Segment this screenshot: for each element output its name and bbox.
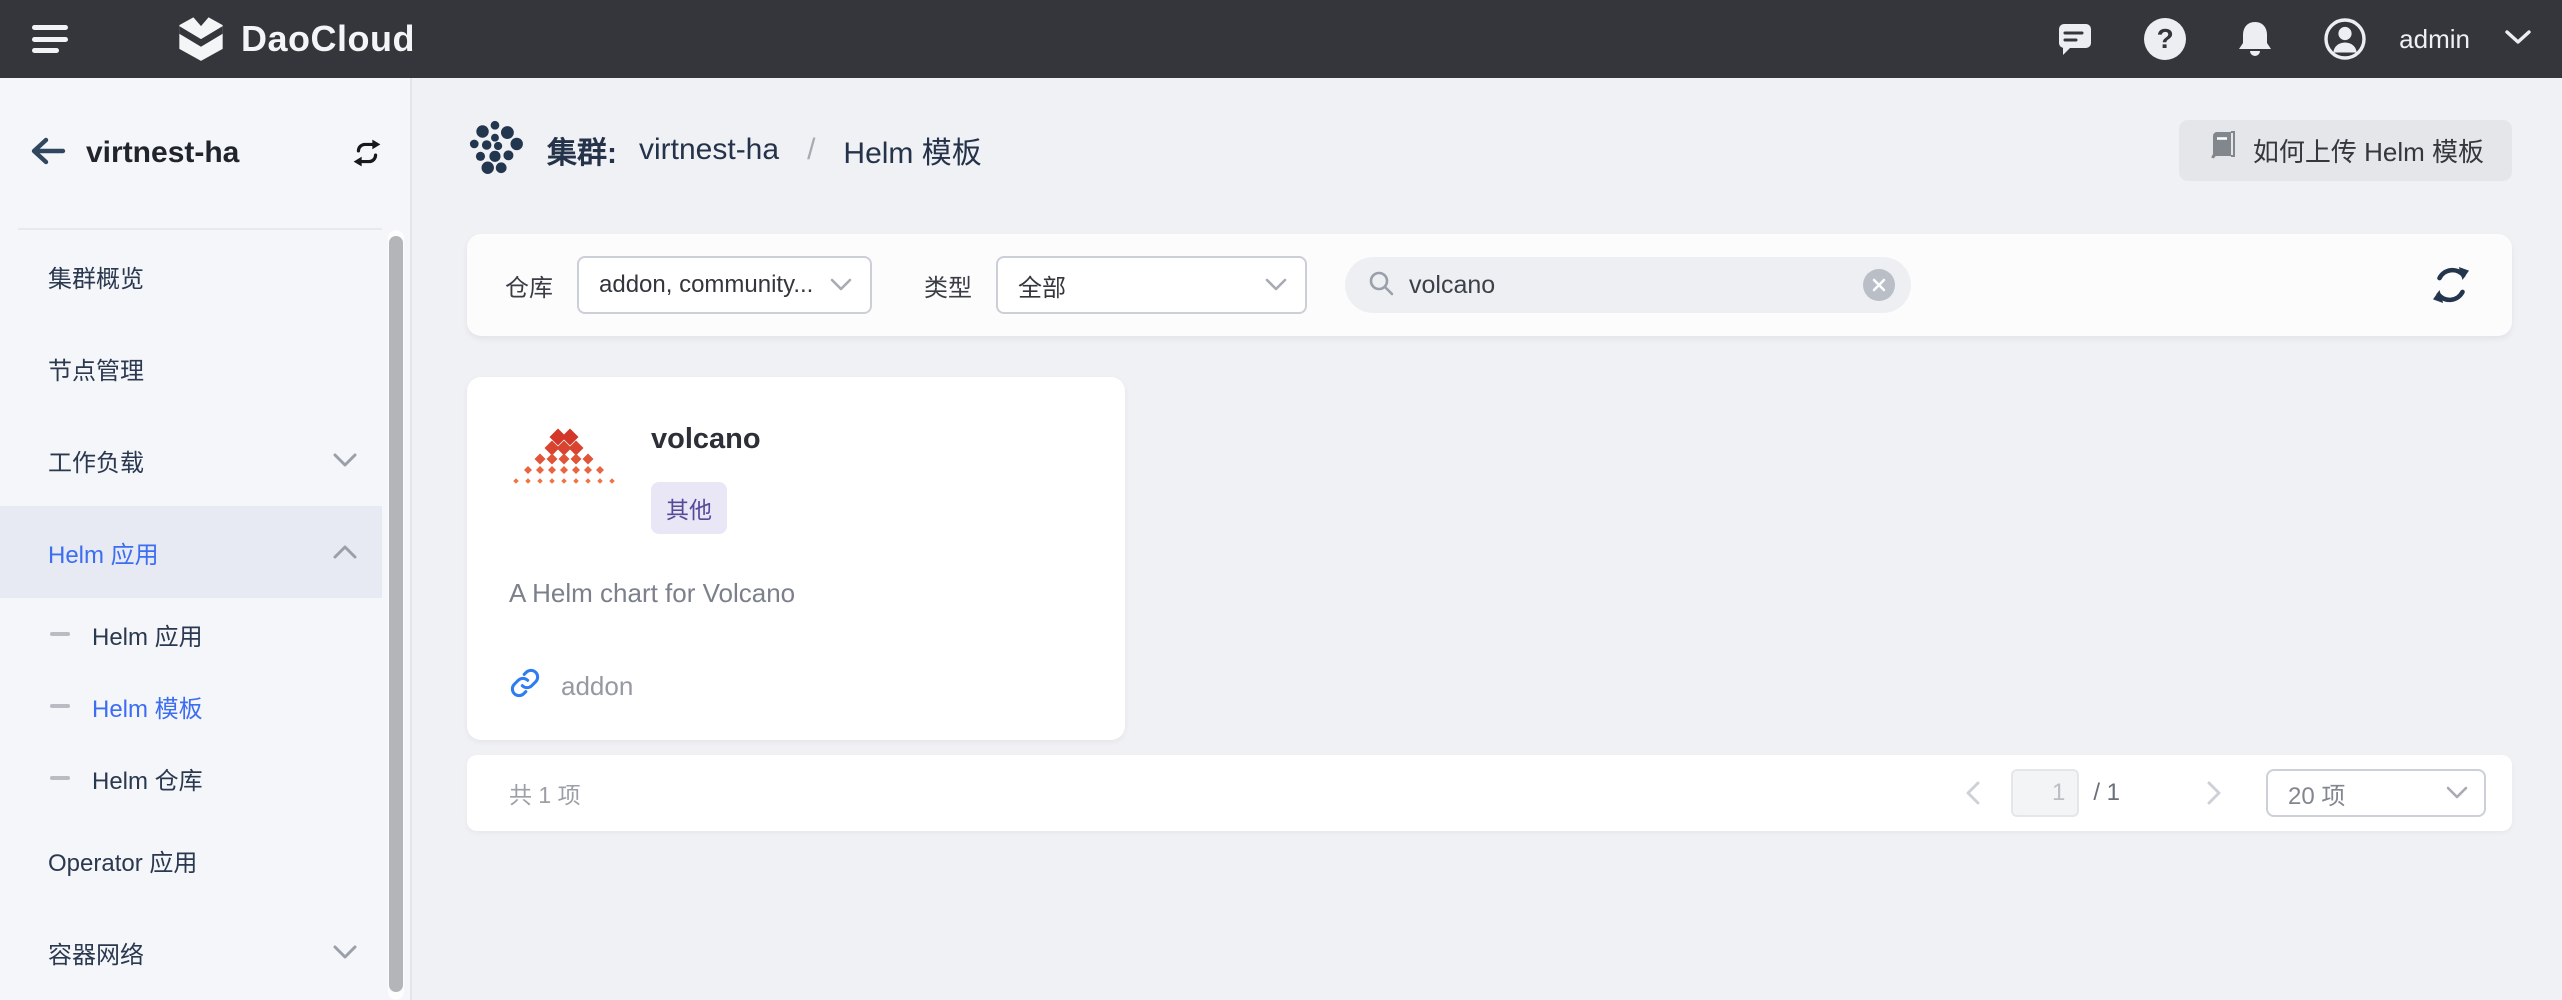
sidebar-item-workloads[interactable]: 工作负载 [0, 414, 382, 506]
user-name[interactable]: admin [2399, 24, 2470, 55]
avatar[interactable] [2323, 17, 2367, 61]
pagination-bar: 共 1 项 / 1 20 项 [467, 755, 2512, 831]
page-size-value: 20 项 [2288, 776, 2446, 811]
hamburger-menu-icon[interactable] [32, 25, 70, 53]
sidebar-item-cluster-overview[interactable]: 集群概览 [0, 230, 382, 322]
card-repo-name: addon [561, 671, 633, 702]
sidebar: virtnest-ha 集群概览 节点管理 工作负载 [0, 78, 412, 1000]
sidebar-item-node-management[interactable]: 节点管理 [0, 322, 382, 414]
sidebar-scrollbar [388, 230, 404, 1000]
bell-icon[interactable] [2233, 17, 2277, 61]
next-page-icon[interactable] [2202, 780, 2226, 806]
search-box [1345, 257, 1911, 313]
sidebar-item-label: Helm 应用 [48, 535, 159, 570]
dash-icon [50, 704, 70, 708]
message-icon[interactable] [2053, 17, 2097, 61]
help-icon[interactable]: ? [2143, 17, 2187, 61]
dash-icon [50, 632, 70, 636]
chevron-down-icon[interactable] [2504, 28, 2532, 51]
chevron-down-icon [1265, 271, 1287, 299]
breadcrumb: 集群: virtnest-ha / Helm 模板 [467, 117, 982, 183]
sidebar-item-label: Helm 应用 [92, 617, 203, 652]
breadcrumb-current: Helm 模板 [843, 128, 981, 172]
switch-cluster-icon[interactable] [350, 138, 384, 168]
clear-search-icon[interactable] [1863, 269, 1895, 301]
sidebar-item-label: Helm 模板 [92, 689, 203, 724]
chevron-down-icon [332, 944, 358, 960]
brand-name: DaoCloud [241, 18, 415, 60]
sidebar-item-operator-apps[interactable]: Operator 应用 [0, 814, 382, 906]
total-count: 共 1 项 [509, 776, 581, 810]
breadcrumb-prefix: 集群: [547, 128, 617, 172]
how-to-upload-label: 如何上传 Helm 模板 [2253, 132, 2484, 169]
search-icon [1367, 269, 1395, 302]
brand-logo[interactable]: DaoCloud [175, 11, 415, 68]
prev-page-icon[interactable] [1961, 780, 1985, 806]
top-bar: DaoCloud ? admin [0, 0, 2562, 78]
repo-filter-label: 仓库 [505, 268, 553, 303]
type-filter-label: 类型 [924, 268, 972, 303]
sidebar-item-container-network[interactable]: 容器网络 [0, 906, 382, 998]
helm-template-card[interactable]: volcano 其他 A Helm chart for Volcano addo… [467, 377, 1125, 740]
repo-select-value: addon, community... [599, 271, 830, 299]
help-glyph: ? [2157, 23, 2174, 55]
main-content: 集群: virtnest-ha / Helm 模板 如何上传 Helm 模板 [412, 78, 2562, 1000]
page-count: / 1 [2093, 779, 2120, 807]
daocloud-logo-mark-icon [175, 11, 227, 68]
sidebar-item-label: 集群概览 [48, 259, 144, 294]
chevron-up-icon [332, 544, 358, 560]
filter-bar: 仓库 addon, community... 类型 全部 [467, 234, 2512, 336]
sidebar-item-helm-apps[interactable]: Helm 应用 [0, 598, 382, 670]
sidebar-item-label: 容器网络 [48, 935, 144, 970]
page-number-input[interactable] [2011, 769, 2079, 817]
refresh-icon[interactable] [2428, 262, 2474, 308]
card-title: volcano [651, 423, 761, 456]
how-to-upload-button[interactable]: 如何上传 Helm 模板 [2179, 120, 2512, 181]
sidebar-item-helm-repos[interactable]: Helm 仓库 [0, 742, 382, 814]
chevron-down-icon [2446, 779, 2468, 807]
card-description: A Helm chart for Volcano [509, 578, 1083, 609]
sidebar-item-label: 节点管理 [48, 351, 144, 386]
sidebar-item-helm-apps-group[interactable]: Helm 应用 [0, 506, 382, 598]
volcano-logo-icon [509, 417, 619, 534]
dash-icon [50, 776, 70, 780]
link-icon [509, 667, 541, 706]
sidebar-menu: 集群概览 节点管理 工作负载 Helm 应用 Helm 应用 [0, 230, 382, 998]
sidebar-item-label: Operator 应用 [48, 843, 197, 878]
back-arrow-icon[interactable] [30, 136, 66, 171]
book-icon [2207, 131, 2237, 170]
chevron-down-icon [830, 271, 852, 299]
page-size-select[interactable]: 20 项 [2266, 769, 2486, 817]
search-input[interactable] [1409, 271, 1849, 300]
breadcrumb-separator: / [807, 133, 815, 167]
sidebar-item-label: Helm 仓库 [92, 761, 203, 796]
cluster-title: virtnest-ha [86, 136, 239, 170]
sidebar-item-helm-templates[interactable]: Helm 模板 [0, 670, 382, 742]
cluster-dots-icon [467, 117, 525, 183]
repo-select[interactable]: addon, community... [577, 256, 872, 314]
type-select[interactable]: 全部 [996, 256, 1307, 314]
scrollbar-thumb[interactable] [389, 236, 403, 992]
category-badge: 其他 [651, 482, 727, 534]
chevron-down-icon [332, 452, 358, 468]
sidebar-item-label: 工作负载 [48, 443, 144, 478]
type-select-value: 全部 [1018, 268, 1265, 303]
breadcrumb-cluster[interactable]: virtnest-ha [639, 133, 779, 167]
